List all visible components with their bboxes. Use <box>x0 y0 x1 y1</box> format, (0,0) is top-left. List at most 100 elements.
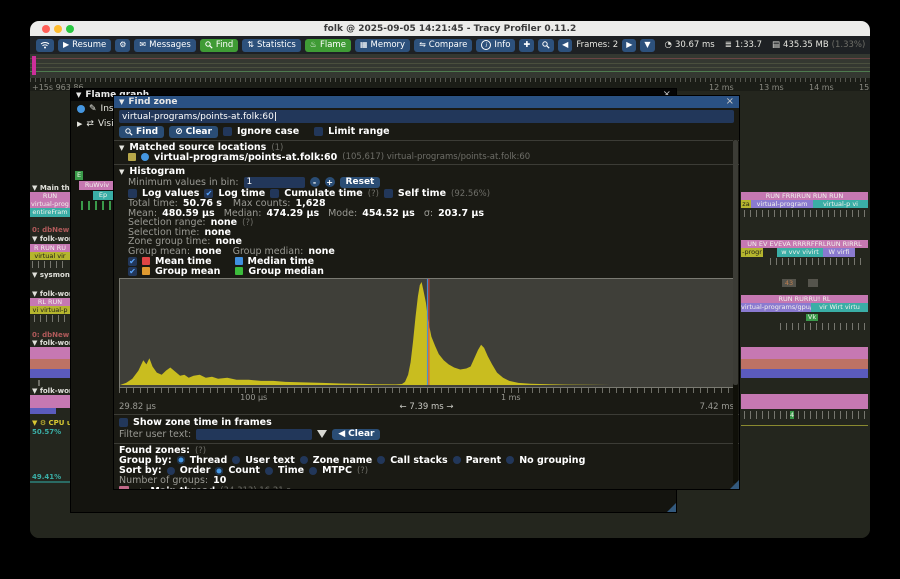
timeline-zone[interactable]: E <box>75 171 83 180</box>
groupby-zonename-radio[interactable] <box>300 456 308 464</box>
histogram-plot[interactable] <box>119 278 734 388</box>
scrollbar[interactable] <box>733 140 738 483</box>
timeline-zone[interactable] <box>741 359 868 369</box>
find-submit-button[interactable]: Find <box>119 126 164 138</box>
timeline-zone[interactable]: RL RUN <box>30 298 70 306</box>
frame-dropdown-button[interactable]: ▼ <box>640 39 654 52</box>
resume-button[interactable]: ▶Resume <box>58 39 111 52</box>
scrollbar-thumb[interactable] <box>733 140 738 385</box>
timeline-zone[interactable]: za <box>741 200 751 208</box>
log-time-checkbox[interactable]: ✔ <box>204 189 213 198</box>
ignore-case-checkbox[interactable] <box>223 127 232 136</box>
connection-button[interactable] <box>36 39 54 52</box>
timeline-thread-label[interactable]: 0: dbNew <box>32 226 69 234</box>
groupby-usertext-radio[interactable] <box>232 456 240 464</box>
groupby-callstacks-radio[interactable] <box>377 456 385 464</box>
timeline-zone[interactable]: Vk <box>806 314 818 321</box>
found-zone-group-row[interactable]: ▶ Main thread (34,313) 16.21 s <box>114 486 739 491</box>
collapse-icon[interactable]: ▼ <box>119 98 124 106</box>
info-button[interactable]: iInfo <box>476 39 515 52</box>
timeline-zone[interactable]: RUN RURRU! RL <box>741 295 868 303</box>
timeline-zone[interactable]: virtual-p vi <box>813 200 868 208</box>
timeline-zone[interactable] <box>30 369 70 378</box>
traffic-light-close[interactable] <box>42 25 50 33</box>
expand-icon[interactable]: ▶ <box>140 487 145 490</box>
timeline-zone[interactable]: virtual-prog <box>30 200 70 208</box>
filter-clear-button[interactable]: ◀Clear <box>332 429 380 440</box>
timeline-zone[interactable] <box>30 347 70 359</box>
frame-time-graph[interactable] <box>30 54 870 78</box>
collapse-icon[interactable]: ▼ <box>119 144 124 152</box>
flame-button[interactable]: ♨Flame <box>305 39 351 52</box>
collapse-icon[interactable]: ▼ <box>76 91 81 99</box>
find-button[interactable]: Find <box>200 39 238 52</box>
timeline-zone[interactable]: Ep <box>93 191 113 200</box>
timeline-thread-label[interactable]: 0: dbNew <box>32 331 69 339</box>
timeline-zone[interactable] <box>741 394 868 409</box>
next-frame-button[interactable]: ▶ <box>622 39 636 52</box>
sortby-time-radio[interactable] <box>265 467 273 475</box>
compare-button[interactable]: ⇋Compare <box>414 39 472 52</box>
histogram-header[interactable]: Histogram <box>129 166 185 177</box>
messages-button[interactable]: ✉Messages <box>134 39 195 52</box>
groupby-nogrouping-radio[interactable] <box>506 456 514 464</box>
matched-location-row[interactable]: virtual-programs/points-at.folk:60 (105,… <box>114 152 739 162</box>
timeline-zone[interactable]: virtual vir <box>30 252 70 260</box>
reset-button[interactable]: Reset <box>340 177 381 188</box>
timeline-zone[interactable]: W virfi <box>823 248 855 257</box>
close-icon[interactable]: × <box>726 97 734 107</box>
timeline-zone[interactable]: vi virtual-p <box>30 306 70 314</box>
groupby-parent-radio[interactable] <box>453 456 461 464</box>
timeline-thread-label[interactable]: 49.41% <box>32 473 61 481</box>
timeline-zone[interactable] <box>741 425 868 426</box>
sortby-mtpc-radio[interactable] <box>309 467 317 475</box>
prev-frame-button[interactable]: ◀ <box>558 39 572 52</box>
show-mean-checkbox[interactable]: ✔ <box>128 257 137 266</box>
limit-range-checkbox[interactable] <box>314 127 323 136</box>
collapse-icon[interactable]: ▼ <box>119 168 124 176</box>
timeline-thread-label[interactable]: ▼ ⚙ CPU u <box>32 419 72 427</box>
frame-time-spike[interactable] <box>32 56 36 75</box>
timeline-zone[interactable]: R RUN RU <box>30 244 70 252</box>
show-group-mean-checkbox[interactable]: ✔ <box>128 267 137 276</box>
traffic-light-zoom[interactable] <box>66 25 74 33</box>
self-time-checkbox[interactable] <box>384 189 393 198</box>
show-zone-time-checkbox[interactable] <box>119 418 128 427</box>
find-zone-titlebar[interactable]: ▼ Find zone × <box>114 96 739 108</box>
min-bin-input[interactable]: 1 <box>244 177 305 188</box>
timeline-zone[interactable]: virtual-program <box>751 200 813 208</box>
zoom-button[interactable] <box>538 39 554 52</box>
timeline-zone[interactable] <box>30 359 70 369</box>
timeline-zone[interactable]: w vvv vivirt <box>777 248 823 257</box>
timeline-zone[interactable] <box>741 347 868 359</box>
settings-button[interactable]: ⚙ <box>115 39 130 52</box>
timeline-zone[interactable]: UN EV EVEVA RRRRFFRLRUN RIRRL <box>741 240 868 248</box>
tools-button[interactable]: ✚ <box>519 39 534 52</box>
timeline-zone[interactable]: 4 <box>790 411 794 419</box>
resize-handle[interactable] <box>730 480 739 489</box>
increment-button[interactable]: + <box>325 177 335 187</box>
timeline-zone[interactable]: RUN <box>30 192 70 200</box>
groupby-thread-radio[interactable] <box>177 456 185 464</box>
timeline-zone[interactable]: entireFram <box>30 208 70 217</box>
timeline-zone[interactable] <box>808 279 818 287</box>
sortby-order-radio[interactable] <box>167 467 175 475</box>
timeline-zone[interactable]: vir Wirt virtu <box>811 303 868 312</box>
log-values-checkbox[interactable] <box>128 189 137 198</box>
search-input[interactable]: virtual-programs/points-at.folk:60 <box>119 110 734 123</box>
timeline-zone[interactable]: 43 <box>782 279 796 287</box>
resize-handle[interactable] <box>667 503 676 512</box>
cumulate-time-checkbox[interactable] <box>270 189 279 198</box>
traffic-light-minimize[interactable] <box>54 25 62 33</box>
memory-button[interactable]: ▦Memory <box>355 39 410 52</box>
decrement-button[interactable]: - <box>310 177 320 187</box>
timeline-zone[interactable]: -progr <box>741 248 763 257</box>
timeline-zone[interactable] <box>30 408 56 414</box>
timeline-zone[interactable] <box>30 395 70 408</box>
timeline-zone[interactable]: RUN FRRIRUN RUN RUN <box>741 192 868 200</box>
filter-input[interactable] <box>196 429 312 440</box>
timeline-zone[interactable] <box>38 380 40 386</box>
timeline-zone[interactable] <box>741 369 868 378</box>
filter-icon[interactable] <box>317 430 327 438</box>
timeline-thread-label[interactable]: 50.57% <box>32 428 61 436</box>
